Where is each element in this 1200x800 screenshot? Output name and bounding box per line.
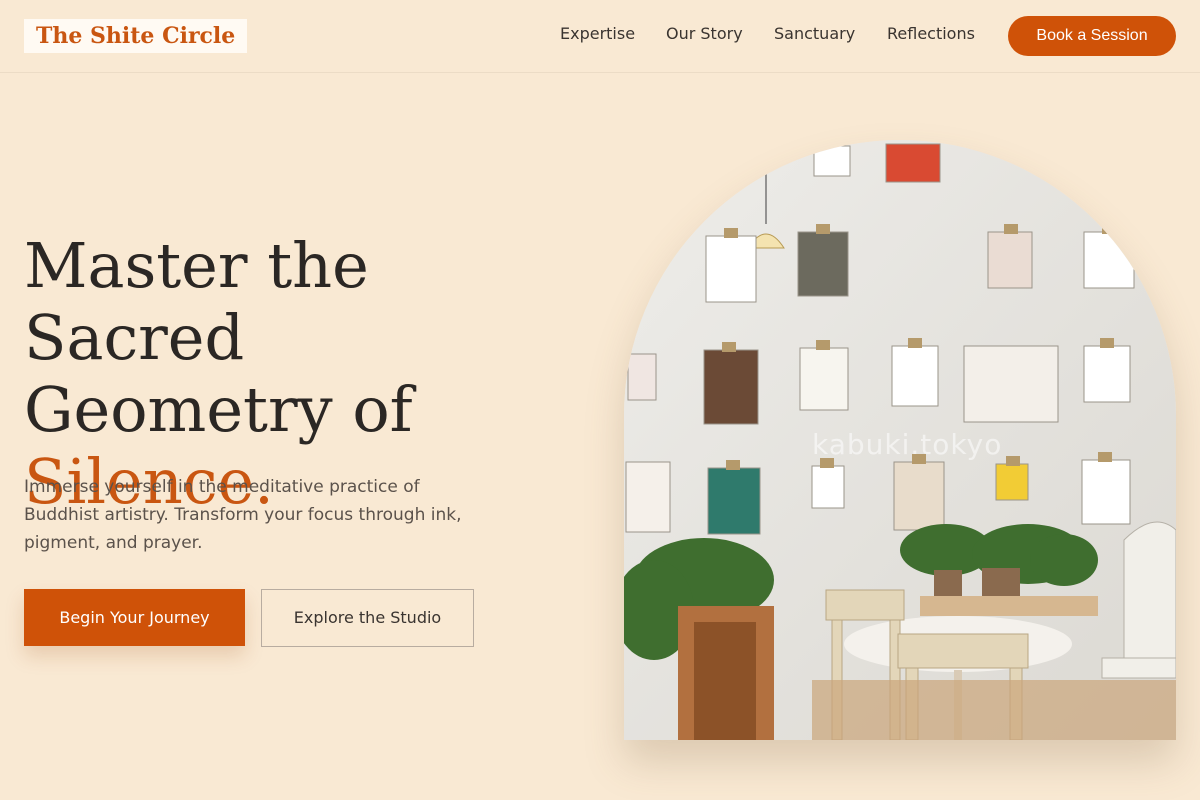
- headline-line-1: Master the Sacred: [24, 229, 369, 374]
- nav-link-our-story[interactable]: Our Story: [666, 23, 743, 45]
- headline-line-2: Geometry of: [24, 373, 413, 446]
- book-session-button[interactable]: Book a Session: [1008, 16, 1176, 56]
- hero-image: kabuki.tokyo: [624, 140, 1176, 740]
- nav-link-reflections[interactable]: Reflections: [887, 23, 975, 45]
- begin-journey-button[interactable]: Begin Your Journey: [24, 589, 245, 646]
- site-header: The Shite Circle Expertise Our Story San…: [0, 0, 1200, 73]
- image-watermark: kabuki.tokyo: [812, 428, 1003, 461]
- explore-studio-button[interactable]: Explore the Studio: [261, 589, 474, 647]
- hero-lede: Immerse yourself in the meditative pract…: [24, 477, 462, 553]
- nav-link-sanctuary[interactable]: Sanctuary: [774, 23, 855, 45]
- nav-link-expertise[interactable]: Expertise: [560, 23, 635, 45]
- brand-logo[interactable]: The Shite Circle: [24, 19, 248, 53]
